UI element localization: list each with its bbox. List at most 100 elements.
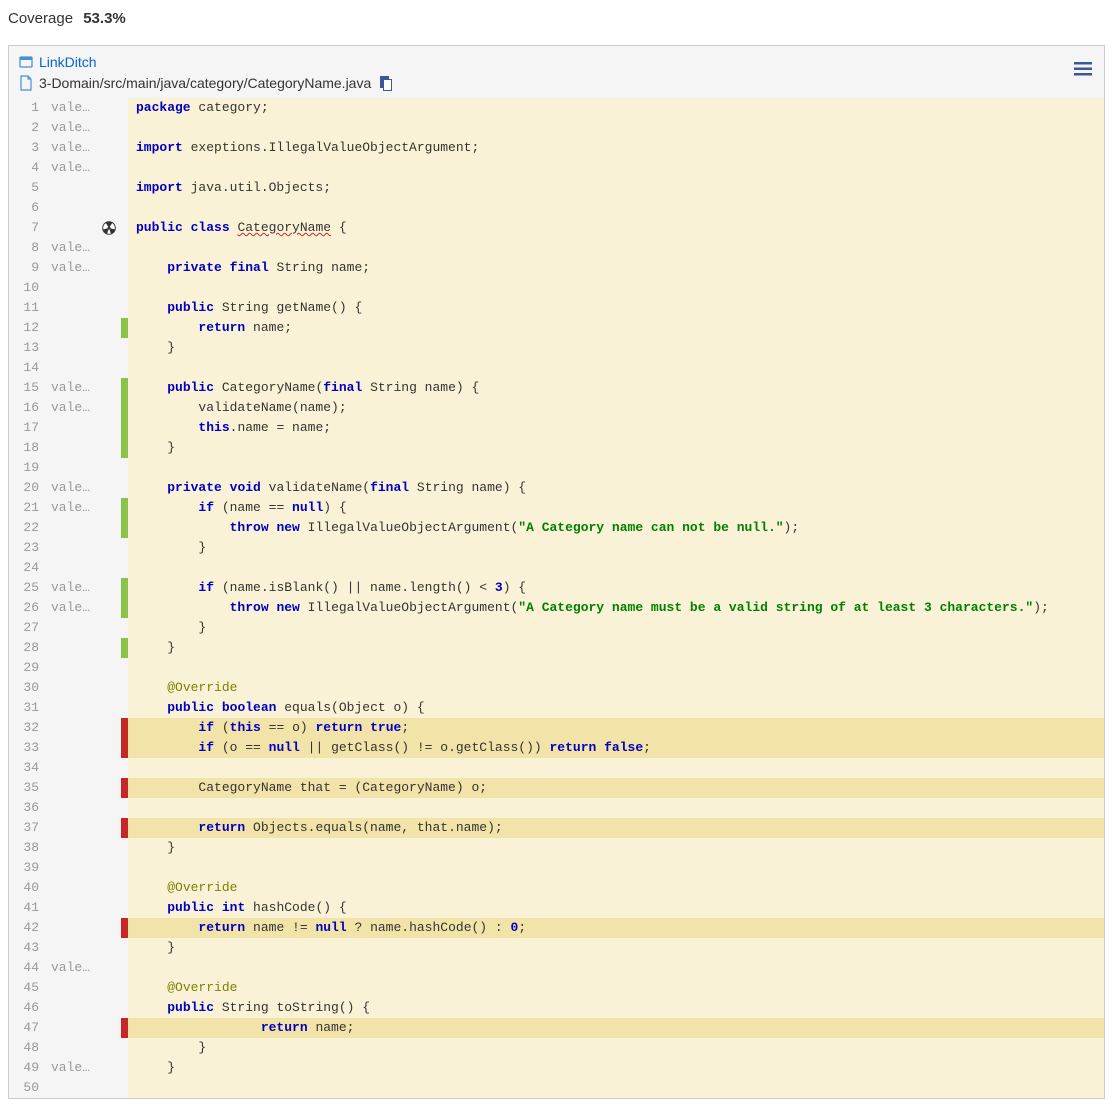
code-line[interactable]: } <box>128 338 1104 358</box>
copy-path-icon[interactable] <box>379 74 393 92</box>
line-number[interactable]: 17 <box>9 418 47 438</box>
code-line[interactable]: if (name == null) { <box>128 498 1104 518</box>
code-line[interactable]: return Objects.equals(name, that.name); <box>128 818 1104 838</box>
code-line[interactable]: public String toString() { <box>128 998 1104 1018</box>
line-number[interactable]: 35 <box>9 778 47 798</box>
code-line[interactable]: @Override <box>128 678 1104 698</box>
code-line[interactable]: public String getName() { <box>128 298 1104 318</box>
code-line[interactable]: CategoryName that = (CategoryName) o; <box>128 778 1104 798</box>
code-line[interactable]: } <box>128 438 1104 458</box>
line-number[interactable]: 48 <box>9 1038 47 1058</box>
code-line[interactable] <box>128 198 1104 218</box>
line-number[interactable]: 6 <box>9 198 47 218</box>
code-line[interactable]: public boolean equals(Object o) { <box>128 698 1104 718</box>
line-number[interactable]: 40 <box>9 878 47 898</box>
line-number[interactable]: 10 <box>9 278 47 298</box>
code-line[interactable]: if (o == null || getClass() != o.getClas… <box>128 738 1104 758</box>
line-number[interactable]: 34 <box>9 758 47 778</box>
line-number[interactable]: 41 <box>9 898 47 918</box>
code-line[interactable]: this.name = name; <box>128 418 1104 438</box>
code-line[interactable]: public CategoryName(final String name) { <box>128 378 1104 398</box>
code-line[interactable]: validateName(name); <box>128 398 1104 418</box>
code-line[interactable] <box>128 658 1104 678</box>
code-line[interactable] <box>128 798 1104 818</box>
code-line[interactable]: return name != null ? name.hashCode() : … <box>128 918 1104 938</box>
line-number[interactable]: 2 <box>9 118 47 138</box>
code-line[interactable] <box>128 158 1104 178</box>
line-number[interactable]: 46 <box>9 998 47 1018</box>
line-number[interactable]: 32 <box>9 718 47 738</box>
line-number[interactable]: 39 <box>9 858 47 878</box>
line-number[interactable]: 38 <box>9 838 47 858</box>
line-number[interactable]: 1 <box>9 98 47 118</box>
code-line[interactable]: if (this == o) return true; <box>128 718 1104 738</box>
code-line[interactable]: private void validateName(final String n… <box>128 478 1104 498</box>
line-number[interactable]: 45 <box>9 978 47 998</box>
code-line[interactable]: public int hashCode() { <box>128 898 1104 918</box>
radiation-icon[interactable] <box>97 221 121 235</box>
line-number[interactable]: 16 <box>9 398 47 418</box>
code-line[interactable] <box>128 278 1104 298</box>
line-number[interactable]: 47 <box>9 1018 47 1038</box>
line-number[interactable]: 27 <box>9 618 47 638</box>
code-line[interactable]: public class CategoryName { <box>128 218 1104 238</box>
code-line[interactable]: } <box>128 618 1104 638</box>
line-number[interactable]: 49 <box>9 1058 47 1078</box>
line-number[interactable]: 23 <box>9 538 47 558</box>
line-number[interactable]: 28 <box>9 638 47 658</box>
line-number[interactable]: 8 <box>9 238 47 258</box>
line-number[interactable]: 21 <box>9 498 47 518</box>
menu-icon[interactable] <box>1074 62 1092 76</box>
code-line[interactable]: return name; <box>128 318 1104 338</box>
line-number[interactable]: 44 <box>9 958 47 978</box>
code-line[interactable]: } <box>128 1038 1104 1058</box>
code-line[interactable]: import java.util.Objects; <box>128 178 1104 198</box>
code-line[interactable]: throw new IllegalValueObjectArgument("A … <box>128 598 1104 618</box>
code-line[interactable] <box>128 238 1104 258</box>
line-number[interactable]: 43 <box>9 938 47 958</box>
line-number[interactable]: 13 <box>9 338 47 358</box>
line-number[interactable]: 7 <box>9 218 47 238</box>
line-number[interactable]: 25 <box>9 578 47 598</box>
code-line[interactable]: } <box>128 1058 1104 1078</box>
code-line[interactable]: throw new IllegalValueObjectArgument("A … <box>128 518 1104 538</box>
code-line[interactable]: } <box>128 538 1104 558</box>
code-line[interactable] <box>128 858 1104 878</box>
code-line[interactable] <box>128 118 1104 138</box>
line-number[interactable]: 42 <box>9 918 47 938</box>
code-line[interactable]: } <box>128 838 1104 858</box>
line-number[interactable]: 3 <box>9 138 47 158</box>
line-number[interactable]: 50 <box>9 1078 47 1098</box>
code-line[interactable] <box>128 558 1104 578</box>
code-line[interactable] <box>128 758 1104 778</box>
line-number[interactable]: 36 <box>9 798 47 818</box>
line-number[interactable]: 24 <box>9 558 47 578</box>
code-line[interactable] <box>128 958 1104 978</box>
line-number[interactable]: 19 <box>9 458 47 478</box>
line-number[interactable]: 12 <box>9 318 47 338</box>
line-number[interactable]: 18 <box>9 438 47 458</box>
code-line[interactable]: if (name.isBlank() || name.length() < 3)… <box>128 578 1104 598</box>
line-number[interactable]: 5 <box>9 178 47 198</box>
breadcrumb-root-link[interactable]: LinkDitch <box>39 54 97 70</box>
line-number[interactable]: 20 <box>9 478 47 498</box>
code-line[interactable]: @Override <box>128 978 1104 998</box>
code-line[interactable]: } <box>128 638 1104 658</box>
code-line[interactable]: import exeptions.IllegalValueObjectArgum… <box>128 138 1104 158</box>
line-number[interactable]: 26 <box>9 598 47 618</box>
line-number[interactable]: 22 <box>9 518 47 538</box>
line-number[interactable]: 9 <box>9 258 47 278</box>
code-line[interactable]: return name; <box>128 1018 1104 1038</box>
code-line[interactable]: private final String name; <box>128 258 1104 278</box>
line-number[interactable]: 31 <box>9 698 47 718</box>
line-number[interactable]: 4 <box>9 158 47 178</box>
line-number[interactable]: 14 <box>9 358 47 378</box>
code-line[interactable]: package category; <box>128 98 1104 118</box>
line-number[interactable]: 11 <box>9 298 47 318</box>
code-line[interactable] <box>128 1078 1104 1098</box>
code-line[interactable] <box>128 458 1104 478</box>
line-number[interactable]: 30 <box>9 678 47 698</box>
code-line[interactable] <box>128 358 1104 378</box>
line-number[interactable]: 15 <box>9 378 47 398</box>
line-number[interactable]: 29 <box>9 658 47 678</box>
